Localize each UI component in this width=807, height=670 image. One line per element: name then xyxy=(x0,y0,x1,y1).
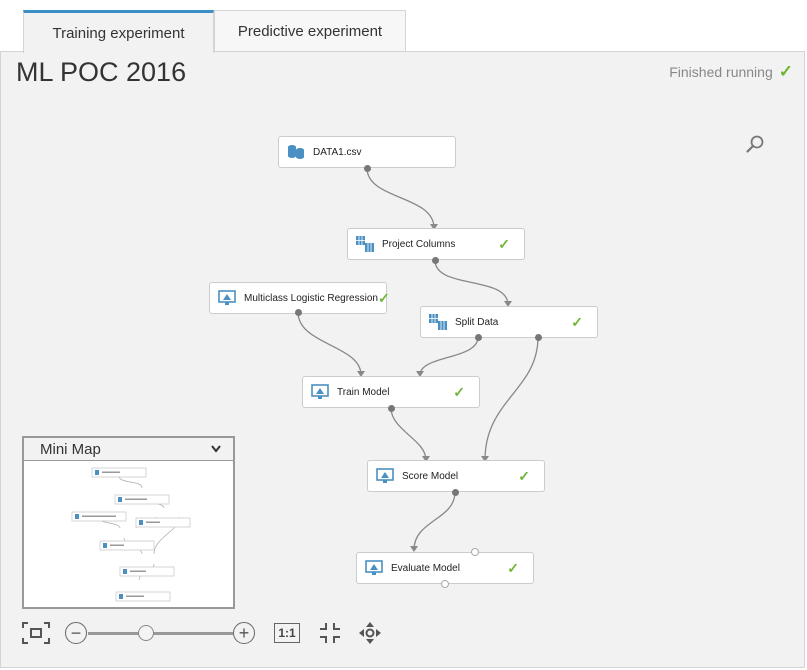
zoom-in-button[interactable]: + xyxy=(233,622,255,644)
zoom-out-button[interactable]: − xyxy=(65,622,87,644)
model-icon xyxy=(311,383,329,401)
wire-split-score xyxy=(484,336,539,461)
check-icon: ✓ xyxy=(453,383,465,400)
module-score-model[interactable]: Score Model ✓ xyxy=(367,460,545,492)
module-label: Train Model xyxy=(337,386,390,398)
plus-icon: + xyxy=(238,623,250,643)
mini-map-title: Mini Map xyxy=(40,440,101,458)
module-data1[interactable]: DATA1.csv xyxy=(278,136,456,168)
check-icon: ✓ xyxy=(518,467,530,484)
model-icon xyxy=(376,467,394,485)
module-split-data[interactable]: Split Data ✓ xyxy=(420,306,598,338)
output-port[interactable] xyxy=(452,489,459,496)
mini-map-preview xyxy=(71,467,191,602)
check-icon: ✓ xyxy=(498,235,510,252)
module-label: Multiclass Logistic Regression xyxy=(244,292,378,304)
wire-score-evaluate xyxy=(413,491,456,551)
zoom-slider[interactable] xyxy=(88,632,233,635)
zoom-slider-thumb[interactable] xyxy=(138,625,154,641)
check-icon: ✓ xyxy=(377,289,390,306)
model-icon xyxy=(365,559,383,577)
module-label: Evaluate Model xyxy=(391,562,460,574)
mini-map[interactable]: Mini Map xyxy=(22,436,235,609)
dataset-icon xyxy=(287,143,305,161)
check-icon: ✓ xyxy=(571,313,583,330)
wire-project-split xyxy=(434,259,509,306)
module-label: Score Model xyxy=(402,470,459,482)
output-port[interactable] xyxy=(388,405,395,412)
model-icon xyxy=(218,289,236,307)
tab-training-experiment[interactable]: Training experiment xyxy=(23,10,214,53)
wire-data1-project xyxy=(366,167,435,229)
fit-selection-icon[interactable] xyxy=(319,622,341,644)
chevron-down-icon[interactable] xyxy=(211,445,221,453)
wire-split-train xyxy=(419,336,479,376)
pan-icon[interactable] xyxy=(358,621,382,645)
output-port[interactable] xyxy=(441,580,449,588)
minus-icon: − xyxy=(70,623,82,643)
module-icon xyxy=(429,313,447,331)
module-label: Split Data xyxy=(455,316,499,328)
output-port[interactable] xyxy=(535,334,542,341)
module-train-model[interactable]: Train Model ✓ xyxy=(302,376,480,408)
mini-map-header[interactable]: Mini Map xyxy=(24,438,233,461)
output-port[interactable] xyxy=(364,165,371,172)
wire-multiclass-train xyxy=(297,311,362,376)
output-port[interactable] xyxy=(295,309,302,316)
module-project-columns[interactable]: Project Columns ✓ xyxy=(347,228,525,260)
wire-train-score xyxy=(390,407,427,461)
check-icon: ✓ xyxy=(507,559,519,576)
input-port[interactable] xyxy=(471,548,479,556)
actual-size-button[interactable]: 1:1 xyxy=(274,623,300,643)
fit-to-screen-icon[interactable] xyxy=(22,622,50,644)
output-port[interactable] xyxy=(432,257,439,264)
module-label: Project Columns xyxy=(382,238,456,250)
module-icon xyxy=(356,235,374,253)
output-port[interactable] xyxy=(475,334,482,341)
module-label: DATA1.csv xyxy=(313,146,362,158)
